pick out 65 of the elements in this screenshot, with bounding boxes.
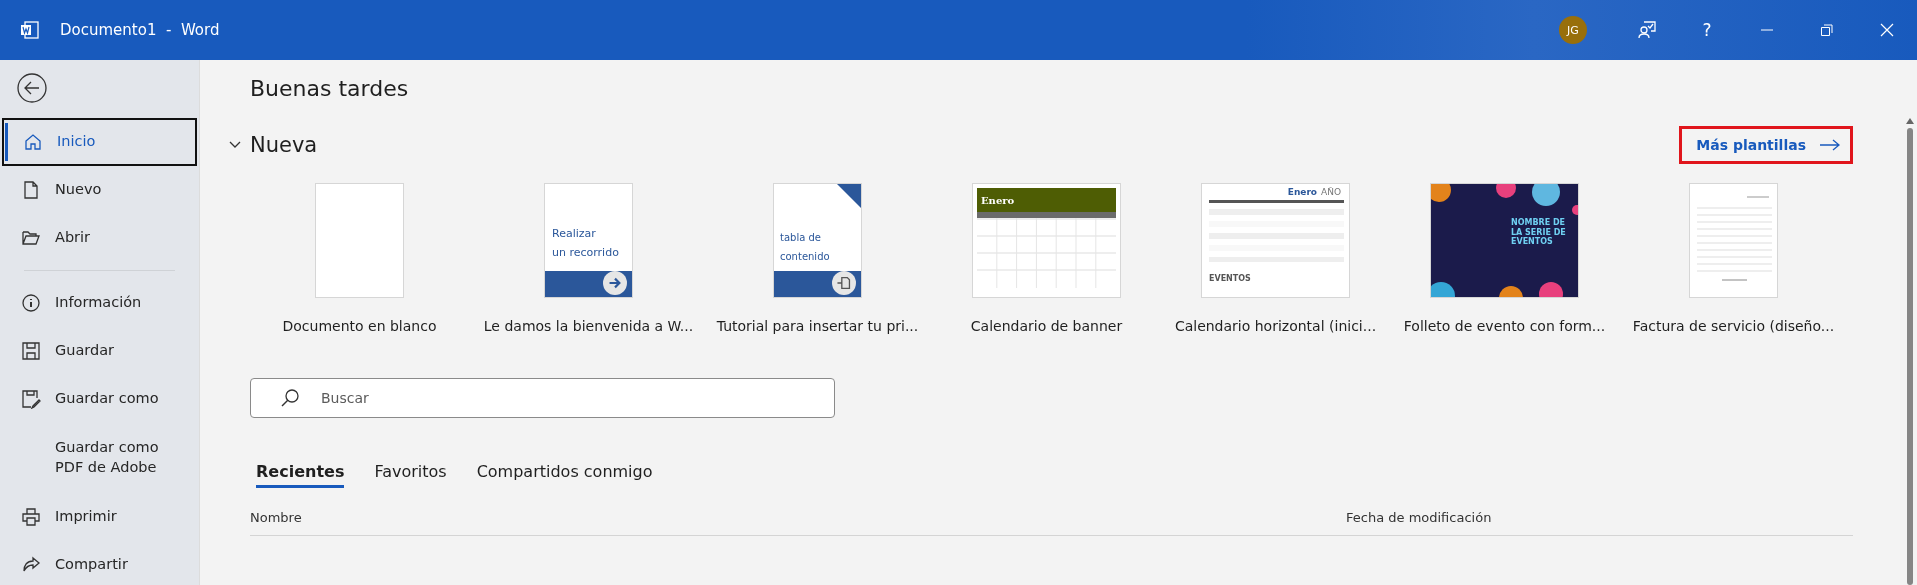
greeting-heading: Buenas tardes bbox=[250, 76, 410, 101]
back-button[interactable] bbox=[16, 72, 48, 104]
template-label: Le damos la bienvenida a W... bbox=[483, 318, 694, 334]
template-label: Factura de servicio (diseño... bbox=[1632, 318, 1835, 334]
template-label: Tutorial para insertar tu pri... bbox=[716, 318, 919, 334]
template-label: Folleto de evento con form... bbox=[1403, 318, 1606, 334]
search-field[interactable]: Buscar bbox=[250, 378, 835, 418]
thumbnail-text: EVENTOS bbox=[1209, 273, 1251, 283]
template-label: Calendario horizontal (inici... bbox=[1174, 318, 1377, 334]
corner-ribbon-drawing bbox=[837, 184, 861, 208]
sidebar-item[interactable]: Información bbox=[0, 279, 199, 327]
document-icon bbox=[21, 180, 41, 200]
thumbnail-text: LA SERIE DE bbox=[1511, 227, 1566, 237]
template-thumbnail[interactable]: Realizar un recorrido bbox=[544, 183, 633, 298]
print-icon bbox=[21, 507, 41, 527]
template-label: Documento en blanco bbox=[282, 318, 437, 334]
sidebar-item[interactable]: Guardar como bbox=[0, 375, 199, 423]
chevron-icon bbox=[229, 141, 241, 149]
sidebar-item[interactable]: Inicio bbox=[2, 118, 197, 166]
thumbnail-text: AÑO bbox=[1321, 187, 1341, 198]
sidebar-item[interactable]: Imprimir bbox=[0, 493, 199, 541]
thumbnail-text: Enero bbox=[981, 195, 1015, 206]
thumbnail-text: Realizar bbox=[552, 227, 596, 240]
save-icon bbox=[21, 341, 41, 361]
template-thumbnail[interactable]: tabla de contenido bbox=[773, 183, 862, 298]
tab[interactable]: Recientes bbox=[256, 456, 345, 488]
search-icon bbox=[280, 388, 300, 408]
minimize-icon bbox=[1761, 29, 1773, 31]
section-heading: Nueva bbox=[250, 133, 318, 157]
tab[interactable]: Favoritos bbox=[374, 456, 447, 488]
template-thumbnail[interactable]: NOMBRE DE LA SERIE DE EVENTOS bbox=[1430, 183, 1579, 298]
template-thumbnail[interactable] bbox=[1689, 183, 1778, 298]
template-thumbnail[interactable]: Enero bbox=[972, 183, 1121, 298]
arrow-icon bbox=[1820, 139, 1840, 151]
sidebar-item[interactable]: Nuevo bbox=[0, 166, 199, 214]
thumbnail-text: EVENTOS bbox=[1511, 237, 1554, 247]
thumbnail-text: un recorrido bbox=[552, 246, 619, 259]
thumbnail-text: NOMBRE DE bbox=[1511, 218, 1566, 228]
tab[interactable]: Compartidos conmigo bbox=[476, 456, 653, 488]
sidebar-item[interactable]: Guardar como PDF de Adobe bbox=[0, 423, 199, 493]
info-icon bbox=[21, 293, 41, 313]
person-chat-icon bbox=[1637, 20, 1657, 40]
close-icon bbox=[1880, 23, 1894, 37]
help-button[interactable]: ? bbox=[1677, 0, 1737, 60]
thumbnail-text: tabla de bbox=[780, 232, 821, 243]
restore-icon bbox=[1821, 24, 1833, 36]
user-avatar[interactable]: JG bbox=[1559, 16, 1587, 44]
more-templates-link[interactable]: Más plantillas bbox=[1679, 126, 1853, 164]
folder-icon bbox=[21, 228, 41, 248]
blank-document-thumbnail[interactable] bbox=[315, 183, 404, 298]
save-as-icon bbox=[21, 389, 41, 409]
thumbnail-text: Enero bbox=[1287, 187, 1317, 198]
template-label: Calendario de banner bbox=[970, 318, 1123, 334]
window-title: Documento1 - Word bbox=[60, 21, 220, 39]
column-header[interactable]: Fecha de modificación bbox=[1346, 510, 1492, 525]
document-icon bbox=[832, 271, 856, 295]
column-header[interactable]: Nombre bbox=[250, 510, 1346, 525]
sidebar-item[interactable]: Abrir bbox=[0, 214, 199, 262]
home-icon bbox=[23, 132, 43, 152]
template-thumbnail[interactable]: Enero AÑO EVENTOS bbox=[1201, 183, 1350, 298]
scroll-up-icon bbox=[1906, 118, 1914, 124]
thumbnail-text: contenido bbox=[780, 251, 830, 262]
sidebar-item[interactable]: Compartir bbox=[0, 541, 199, 585]
word-logo-icon bbox=[20, 20, 40, 40]
sidebar-item[interactable]: Guardar bbox=[0, 327, 199, 375]
